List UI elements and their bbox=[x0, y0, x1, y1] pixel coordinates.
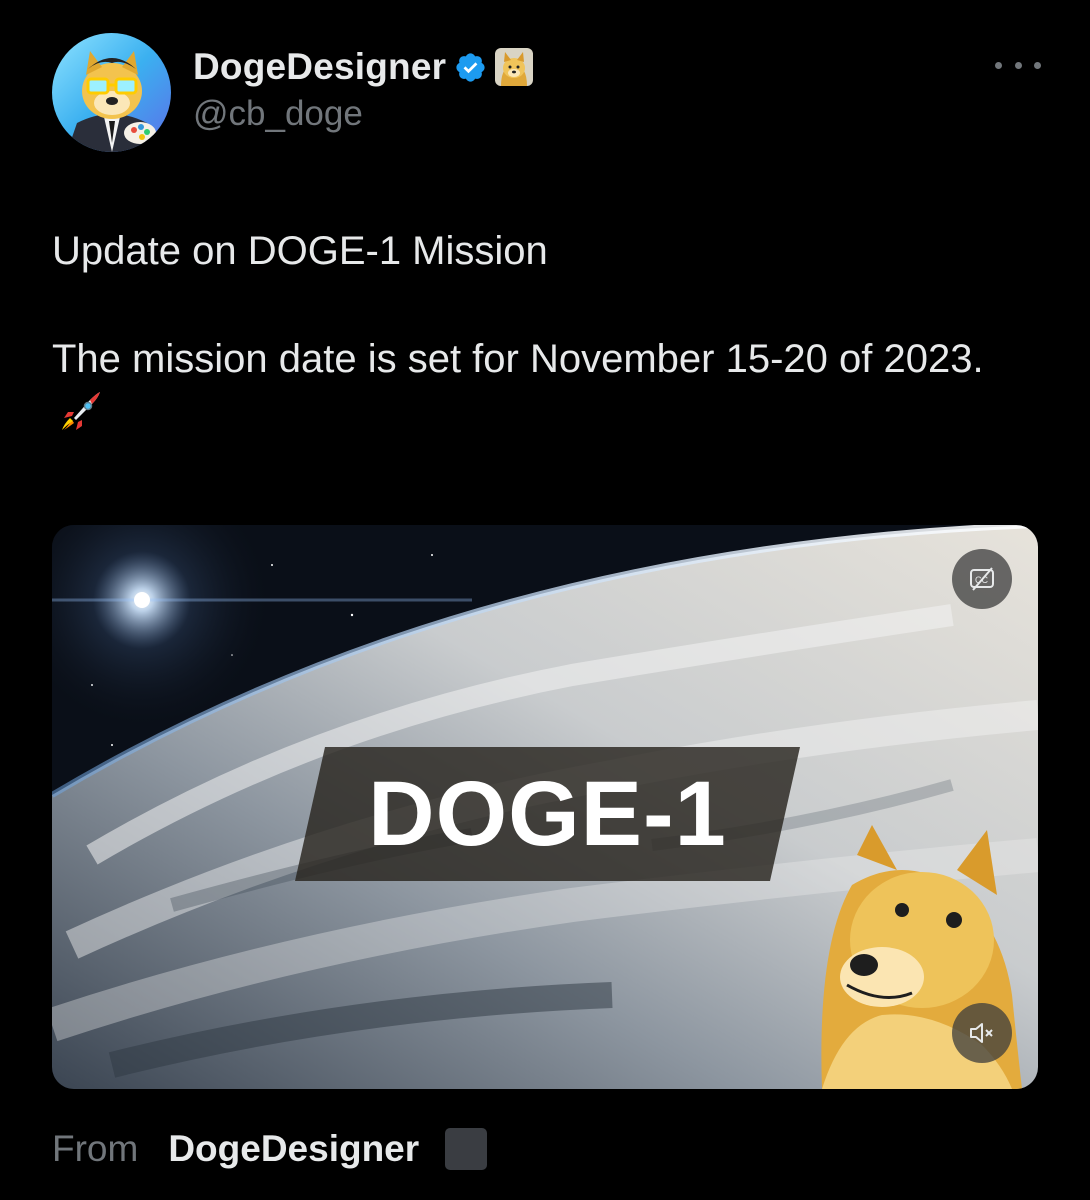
captions-off-icon: CC bbox=[970, 567, 994, 591]
tweet: DogeDesigner @cb_doge Update on DOGE-1 M… bbox=[0, 0, 1090, 1200]
tweet-text-paragraph-2: The mission date is set for November 15-… bbox=[52, 332, 1032, 440]
doge-avatar-icon bbox=[52, 33, 171, 152]
author-avatar[interactable] bbox=[52, 33, 171, 152]
source-attribution: From DogeDesigner bbox=[52, 1128, 488, 1170]
author-display-name[interactable]: DogeDesigner bbox=[193, 46, 446, 88]
more-horizontal-icon bbox=[995, 61, 1002, 69]
source-badge-icon bbox=[445, 1128, 488, 1170]
rocket-icon bbox=[62, 392, 100, 430]
video-player[interactable]: DOGE-1 CC bbox=[52, 525, 1038, 1089]
video-title: DOGE-1 bbox=[368, 762, 727, 865]
verified-badge-icon[interactable] bbox=[454, 51, 487, 84]
author-handle[interactable]: @cb_doge bbox=[193, 94, 533, 134]
video-title-banner: DOGE-1 bbox=[295, 747, 800, 881]
source-name-link[interactable]: DogeDesigner bbox=[168, 1128, 419, 1170]
author-info: DogeDesigner @cb_doge bbox=[193, 44, 534, 134]
tweet-text-line-1: Update on DOGE-1 Mission bbox=[52, 229, 548, 273]
muted-speaker-icon bbox=[970, 1023, 993, 1043]
more-horizontal-icon-dot bbox=[1014, 61, 1022, 69]
more-options-button[interactable] bbox=[995, 50, 1041, 80]
mute-button[interactable] bbox=[952, 1003, 1012, 1063]
tweet-text-line-2: The mission date is set for November 15-… bbox=[52, 337, 984, 381]
tweet-text: Update on DOGE-1 Mission The mission dat… bbox=[52, 224, 1032, 440]
captions-button[interactable]: CC bbox=[952, 549, 1012, 609]
affiliate-doge-badge-icon[interactable] bbox=[495, 48, 534, 86]
more-horizontal-icon-dot bbox=[1034, 61, 1041, 69]
author-name-row: DogeDesigner bbox=[193, 44, 534, 90]
source-prefix: From bbox=[52, 1128, 139, 1169]
